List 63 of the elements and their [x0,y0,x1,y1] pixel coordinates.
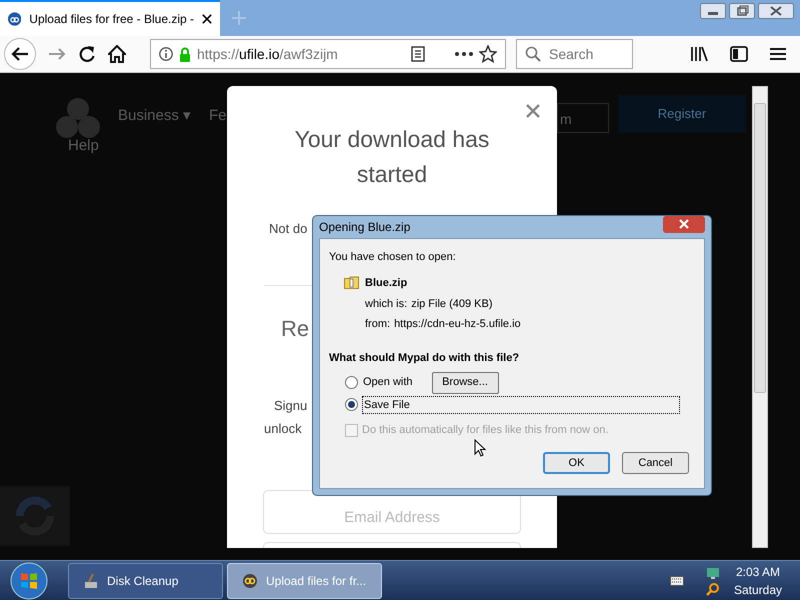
field-label: from: [365,316,390,332]
close-icon[interactable] [758,3,794,19]
back-icon[interactable] [4,38,36,70]
info-icon [159,47,173,61]
body-text: unlock [264,420,302,438]
zip-folder-icon [344,276,359,290]
modal-title: Your download has started [294,125,490,189]
broom-icon [83,572,99,588]
field-value: https://cdn-eu-hz-5.ufile.io [394,316,521,332]
search-icon[interactable] [706,582,720,596]
start-orb-icon[interactable] [10,562,48,600]
keyboard-icon[interactable] [670,576,684,586]
restore-icon[interactable] [729,3,755,19]
taskbar-button[interactable]: Disk Cleanup [68,562,223,598]
body-text: Signu [274,397,308,415]
field-label: which is: [365,297,408,312]
input-field[interactable] [263,542,521,548]
sidebar-icon[interactable] [730,46,748,62]
email-input[interactable]: Email Address [292,506,492,529]
cloud-logo-icon [8,11,22,27]
register-button[interactable]: Register [618,95,746,133]
radio-button[interactable] [345,376,358,389]
option-label[interactable]: Open with [362,374,414,391]
field-value: zip File (409 KB) [411,297,492,312]
reader-view-icon[interactable] [411,46,425,62]
checkbox-label: Do this automatically for files like this from now on. [362,423,608,438]
search-input[interactable]: Search [549,44,619,64]
network-icon[interactable] [706,566,720,580]
email-field[interactable]: Email Address [263,490,521,534]
cloud-logo-icon [242,572,258,588]
search-icon [525,46,541,62]
section-heading: Re [281,315,310,343]
option-label[interactable]: Save File [362,396,680,414]
more-icon[interactable] [455,52,473,56]
menu-icon[interactable] [770,47,786,61]
address-bar[interactable]: https://ufile.io/awf3zijm [150,39,506,69]
library-icon[interactable] [690,46,708,62]
minimize-icon[interactable] [700,3,726,19]
clock-time[interactable]: 2:03 AM [736,562,780,580]
browser-tab[interactable]: Upload files for free - Blue.zip - [0,0,220,36]
star-icon[interactable] [479,45,497,63]
question-text: What should Mypal do with this file? [329,351,520,366]
reload-icon[interactable] [78,45,96,63]
mouse-cursor-icon [474,439,486,457]
close-icon[interactable] [202,13,212,25]
search-field[interactable]: Search [516,39,633,69]
browse-button[interactable]: Browse... [432,372,499,394]
clock-day[interactable]: Saturday [734,580,782,598]
scrollbar[interactable] [752,86,768,548]
file-name: Blue.zip [365,276,408,290]
home-icon[interactable] [108,45,126,63]
body-text: Not do [269,220,308,238]
dialog-text: You have chosen to open: [329,250,457,265]
ok-button[interactable]: OK [543,452,610,474]
dialog-title: Opening Blue.zip [319,219,410,236]
padlock-icon [179,46,191,62]
taskbar-label: Upload files for fr... [266,572,366,590]
cancel-button[interactable]: Cancel [622,452,689,474]
radio-button[interactable] [345,398,358,412]
taskbar-label: Disk Cleanup [107,572,178,590]
tab-title: Upload files for free - Blue.zip - [29,11,194,28]
url-text: https://ufile.io/awf3zijm [197,44,339,64]
forward-icon[interactable] [48,46,66,62]
